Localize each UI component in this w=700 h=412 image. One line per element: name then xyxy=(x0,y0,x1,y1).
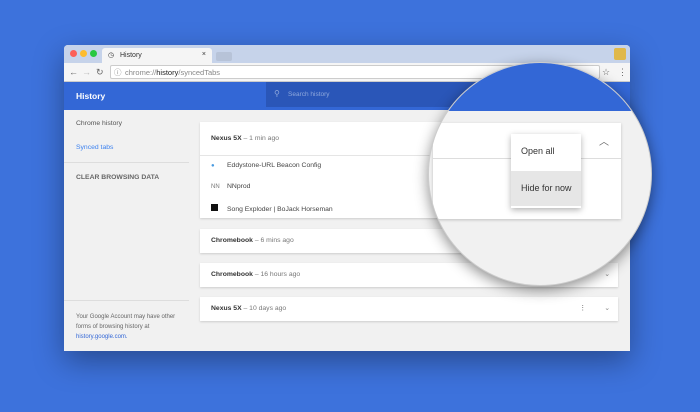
tab-link: NNprod xyxy=(227,183,251,190)
chevron-up-icon[interactable]: ︿ xyxy=(599,133,609,148)
magnifier: ︿ Open all Hide for now xyxy=(428,62,652,286)
device-time: – 6 mins ago xyxy=(254,237,294,244)
tab-link: Eddystone-URL Beacon Config xyxy=(227,162,322,169)
extension-icon[interactable] xyxy=(614,48,626,60)
device-name: Nexus 5X xyxy=(211,135,242,142)
device-name: Chromebook xyxy=(211,237,253,244)
info-icon: ⓘ xyxy=(114,68,122,77)
nnprod-favicon-icon: NN xyxy=(211,184,220,190)
reload-icon[interactable]: ↻ xyxy=(96,67,104,78)
url-prefix: chrome:// xyxy=(125,68,157,77)
tab-history[interactable]: ◷ History × xyxy=(102,48,212,63)
close-window-button[interactable] xyxy=(70,50,77,57)
device-name: Nexus 5X xyxy=(211,305,242,312)
sidebar-footer: Your Google Account may have other forms… xyxy=(76,312,186,342)
footer-text: Your Google Account may have other forms… xyxy=(76,314,176,330)
divider xyxy=(64,162,189,163)
device-card[interactable]: Nexus 5X – 10 days ago ⋮ ⌄ xyxy=(200,297,618,321)
magnified-header xyxy=(429,63,651,111)
more-icon[interactable]: ⋮ xyxy=(579,304,586,312)
device-menu: Open all Hide for now xyxy=(511,134,581,208)
sidebar-item-synced-tabs[interactable]: Synced tabs xyxy=(76,144,113,151)
tab-bar: ◷ History × xyxy=(64,45,630,63)
beacon-favicon-icon: ● xyxy=(211,163,215,169)
tab-title: History xyxy=(120,52,142,59)
url-path: /syncedTabs xyxy=(178,68,221,77)
url-host: history xyxy=(156,68,179,77)
hide-for-now-menu-item[interactable]: Hide for now xyxy=(511,171,581,206)
divider xyxy=(64,300,189,301)
device-name: Chromebook xyxy=(211,271,253,278)
device-time: – 16 hours ago xyxy=(254,271,301,278)
device-time: – 10 days ago xyxy=(243,305,287,312)
history-google-link[interactable]: history.google.com. xyxy=(76,334,128,340)
search-icon: ⚲ xyxy=(274,89,280,98)
open-all-menu-item[interactable]: Open all xyxy=(511,134,581,169)
page-title: History xyxy=(76,91,106,101)
back-icon[interactable]: ← xyxy=(69,67,78,77)
chevron-down-icon[interactable]: ⌄ xyxy=(604,270,610,278)
song-exploder-favicon-icon xyxy=(211,204,218,211)
tab-link: Song Exploder | BoJack Horseman xyxy=(227,206,333,213)
chevron-down-icon[interactable]: ⌄ xyxy=(604,304,610,312)
search-placeholder: Search history xyxy=(288,91,330,98)
sidebar-item-chrome-history[interactable]: Chrome history xyxy=(76,120,122,127)
maximize-window-button[interactable] xyxy=(90,50,97,57)
new-tab-button[interactable] xyxy=(216,52,232,61)
minimize-window-button[interactable] xyxy=(80,50,87,57)
forward-icon[interactable]: → xyxy=(82,67,91,77)
close-tab-icon[interactable]: × xyxy=(202,51,206,58)
history-icon: ◷ xyxy=(108,52,115,59)
device-time: – 1 min ago xyxy=(243,135,280,142)
clear-browsing-data-button[interactable]: CLEAR BROWSING DATA xyxy=(76,174,159,181)
